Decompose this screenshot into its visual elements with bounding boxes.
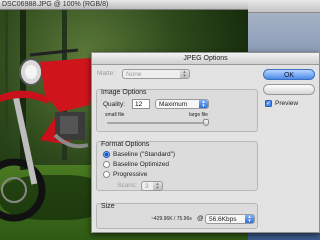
matte-value: None [126, 71, 142, 78]
cancel-button[interactable] [263, 84, 315, 95]
size-readout: ~429.96K / 75.96s [151, 216, 192, 222]
scans-select[interactable]: 3 ▴ ▾ [141, 181, 163, 191]
ok-button[interactable]: OK [263, 69, 315, 80]
small-file-label: small file [105, 112, 125, 118]
jpeg-options-dialog: JPEG Options Matte: None ▴ ▾ Image Option… [91, 52, 320, 233]
scans-label: Scans: [117, 182, 137, 189]
quality-preset-select[interactable]: Maximum ▴ ▾ [155, 99, 209, 109]
image-options-title: Image Options [101, 89, 147, 96]
scans-value: 3 [145, 183, 149, 190]
scans-chevron-icon: ▴ ▾ [153, 182, 162, 190]
matte-chevron-icon: ▴ ▾ [180, 70, 189, 78]
size-title: Size [101, 203, 115, 210]
baseline-optimized-label: Baseline Optimized [113, 161, 169, 168]
quality-slider-handle[interactable] [203, 119, 209, 126]
quality-preset-value: Maximum [159, 101, 188, 108]
quality-label: Quality: [103, 101, 126, 108]
image-options-group: Image Options Quality: 12 Maximum ▴ ▾ sma… [96, 89, 258, 132]
connection-rate-chevron-icon: ▴ ▾ [245, 215, 254, 223]
window-edge [248, 0, 320, 13]
connection-rate-select[interactable]: 56.6Kbps ▴ ▾ [205, 214, 255, 224]
matte-label: Matte: [97, 70, 116, 77]
baseline-standard-label: Baseline ("Standard") [113, 151, 176, 158]
size-group: Size ~429.96K / 75.96s @ 56.6Kbps ▴ ▾ [96, 203, 258, 229]
radio-baseline-optimized[interactable] [103, 161, 110, 168]
radio-progressive[interactable] [103, 171, 110, 178]
connection-rate-value: 56.6Kbps [209, 216, 237, 223]
preview-checkbox[interactable]: ✓ [265, 100, 272, 107]
format-options-group: Format Options Baseline ("Standard") Bas… [96, 141, 258, 191]
progressive-label: Progressive [113, 171, 148, 178]
preview-label: Preview [275, 100, 299, 107]
large-file-label: large file [189, 112, 208, 118]
dialog-title: JPEG Options [92, 53, 319, 65]
quality-input[interactable]: 12 [132, 99, 150, 109]
radio-baseline-standard[interactable] [103, 151, 110, 158]
matte-select[interactable]: None ▴ ▾ [122, 69, 190, 79]
quality-preset-chevron-icon: ▴ ▾ [199, 100, 208, 108]
format-options-title: Format Options [101, 141, 150, 148]
at-label: @ [197, 215, 204, 222]
quality-slider-track [107, 122, 207, 124]
